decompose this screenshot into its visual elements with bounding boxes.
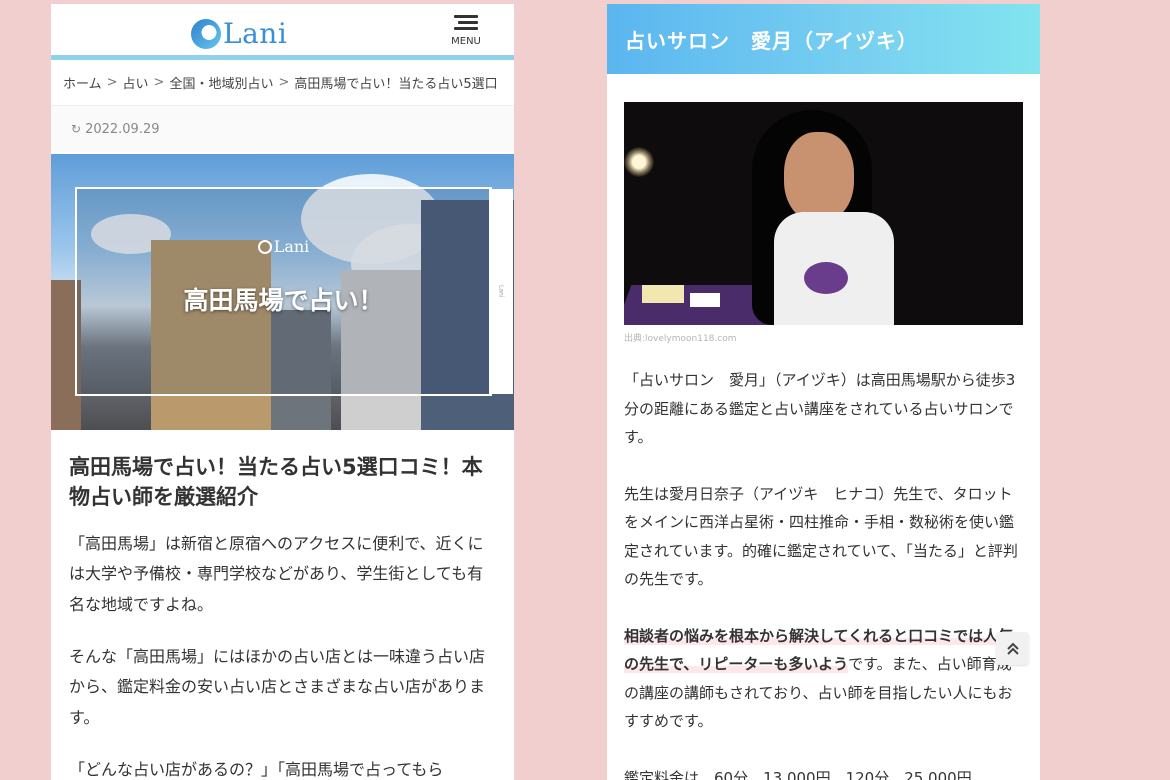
update-icon: ↻ (71, 122, 82, 136)
update-date: 2022.09.29 (85, 121, 160, 137)
salon-paragraph: 相談者の悩みを根本から解決してくれると口コミでは人気の先生で、リピーターも多いよ… (624, 622, 1023, 736)
scroll-to-top-button[interactable] (996, 632, 1029, 665)
right-phone-screen: 占いサロン 愛月（アイヅキ） 出典:lovelymoon118.com 「占いサ… (607, 4, 1040, 780)
hero-logo: Lani (77, 237, 490, 256)
article-body: 高田馬場で占い！当たる占い5選口コミ！本物占い師を厳選紹介 「高田馬場」は新宿と… (51, 430, 514, 780)
site-header: Lani MENU (51, 4, 514, 60)
site-logo[interactable]: Lani (191, 17, 287, 50)
salon-description: 「占いサロン 愛月」（アイヅキ）は高田馬場駅から徒歩3分の距離にある鑑定と占い講… (607, 344, 1040, 780)
menu-label: MENU (451, 36, 481, 47)
salon-paragraph: 先生は愛月日奈子（アイヅキ ヒナコ）先生で、タロットをメインに西洋占星術・四柱推… (624, 484, 1018, 589)
article-title: 高田馬場で占い！当たる占い5選口コミ！本物占い師を厳選紹介 (69, 455, 483, 510)
section-heading: 占いサロン 愛月（アイヅキ） (607, 4, 1040, 74)
menu-button[interactable]: MENU (446, 14, 486, 47)
image-credit: 出典:lovelymoon118.com (624, 334, 737, 344)
hero-title-frame: Lani Lani 高田馬場で占い！ (75, 187, 513, 396)
article-paragraph: 「高田馬場」は新宿と原宿へのアクセスに便利で、近くには大学や予備校・専門学校など… (69, 533, 484, 614)
price-paragraph: 鑑定料金は、60分 13,000円 120分 25,000円 (624, 768, 972, 780)
menu-icon (454, 14, 478, 32)
breadcrumb-home[interactable]: ホーム (63, 73, 102, 92)
article-paragraph: 「どんな占い店があるの？」「高田馬場で占ってもら (69, 760, 444, 780)
breadcrumb-current: 高田馬場で占い！当たる占い5選口 (294, 77, 498, 92)
hero-title: 高田馬場で占い！ (183, 286, 384, 315)
breadcrumb: ホーム > 占い > 全国・地域別占い > 高田馬場で占い！当たる占い5選口 (51, 60, 514, 106)
article-paragraph: そんな「高田馬場」にはほかの占い店とは一味違う占い店から、鑑定料金の安い占い店と… (69, 647, 486, 727)
breadcrumb-separator: > (106, 75, 118, 90)
logo-mark-icon (191, 18, 221, 49)
breadcrumb-separator: > (278, 75, 290, 90)
breadcrumb-separator: > (153, 75, 165, 90)
breadcrumb-region[interactable]: 全国・地域別占い (169, 73, 273, 92)
left-phone-screen: Lani MENU ホーム > 占い > 全国・地域別占い > 高田馬場で占い！… (51, 4, 514, 780)
logo-text: Lani (223, 17, 288, 50)
update-date-row: ↻ 2022.09.29 (51, 106, 514, 152)
fortune-teller-photo (624, 102, 1023, 325)
double-chevron-up-icon (1006, 642, 1019, 655)
salon-paragraph: 「占いサロン 愛月」（アイヅキ）は高田馬場駅から徒歩3分の距離にある鑑定と占い講… (624, 371, 1016, 446)
hero-side-label: Lani (489, 189, 513, 394)
hero-image: Lani Lani 高田馬場で占い！ (51, 154, 514, 430)
breadcrumb-uranai[interactable]: 占い (123, 73, 149, 92)
